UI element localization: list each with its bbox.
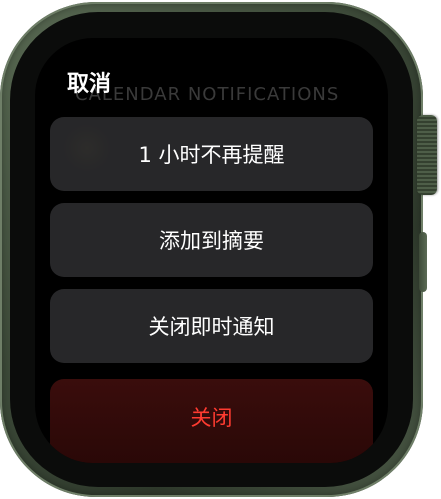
option-label: 添加到摘要 — [159, 229, 264, 253]
option-label: 1 小时不再提醒 — [138, 143, 285, 167]
watch-mockup: CALENDAR NOTIFICATIONS 取消 1 小时不再提醒 添加到摘要… — [0, 0, 441, 499]
background-section-heading: CALENDAR NOTIFICATIONS — [75, 84, 340, 105]
turn-off-button[interactable]: 关闭 — [50, 379, 373, 463]
side-button[interactable] — [419, 232, 427, 292]
digital-crown[interactable] — [417, 115, 437, 195]
turn-off-time-sensitive-button[interactable]: 关闭即时通知 — [50, 289, 373, 363]
watch-screen: CALENDAR NOTIFICATIONS 取消 1 小时不再提醒 添加到摘要… — [35, 38, 388, 463]
cancel-button[interactable]: 取消 — [67, 66, 111, 98]
option-label: 关闭即时通知 — [148, 315, 275, 339]
snooze-one-hour-button[interactable]: 1 小时不再提醒 — [50, 117, 373, 191]
add-to-summary-button[interactable]: 添加到摘要 — [50, 203, 373, 277]
close-label: 关闭 — [190, 406, 233, 430]
